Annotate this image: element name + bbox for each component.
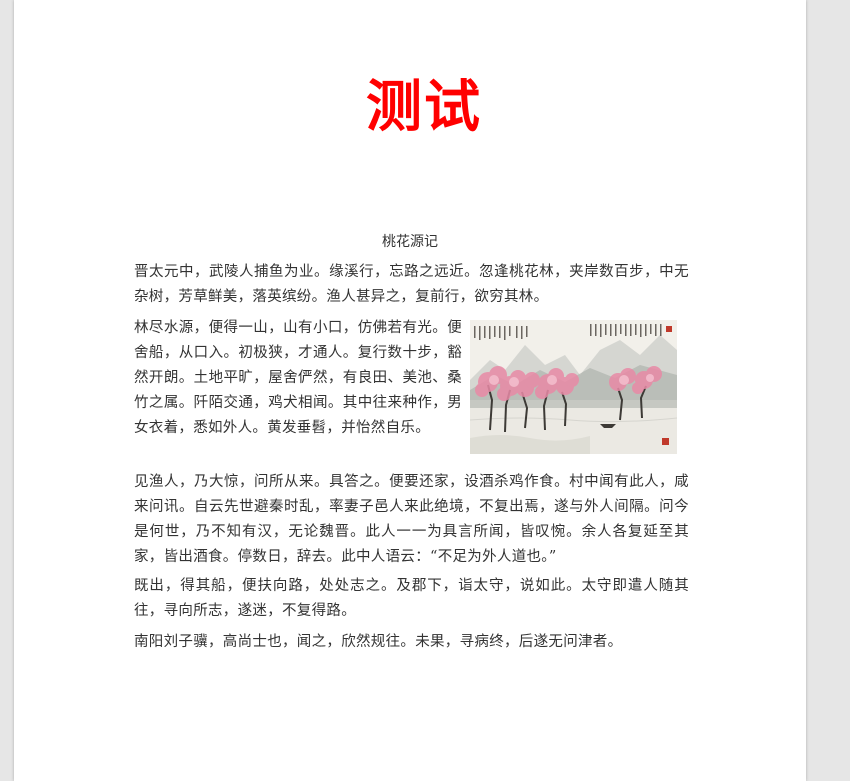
paragraph-3: 见渔人，乃大惊，问所从来。具答之。便要还家，设酒杀鸡作食。村中闻有此人，咸来问讯… (134, 474, 689, 565)
section-heading: 桃花源记 (382, 234, 438, 250)
peach-blossom-painting (470, 320, 677, 454)
paragraph-5: 南阳刘子骥，高尚士也，闻之，欣然规往。未果，寻病终，后遂无问津者。 (134, 634, 623, 650)
vertical-scrollbar[interactable] (840, 0, 850, 781)
paragraph-1: 晋太元中，武陵人捕鱼为业。缘溪行，忘路之远近。忽逢桃花林，夹岸数百步，中无杂树，… (134, 264, 689, 305)
paragraph-2: 林尽水源，便得一山，山有小口，仿佛若有光。便舍船，从口入。初极狭，才通人。复行数… (134, 320, 462, 436)
document-title: 测试 (366, 75, 482, 140)
paragraph-4: 既出，得其船，便扶向路，处处志之。及郡下，诣太守，说如此。太守即遣人随其往，寻向… (134, 578, 689, 619)
document-page: 测试 桃花源记 晋太元中，武陵人捕鱼为业。缘溪行，忘路之远近。忽逢桃花林，夹岸数… (14, 0, 806, 781)
